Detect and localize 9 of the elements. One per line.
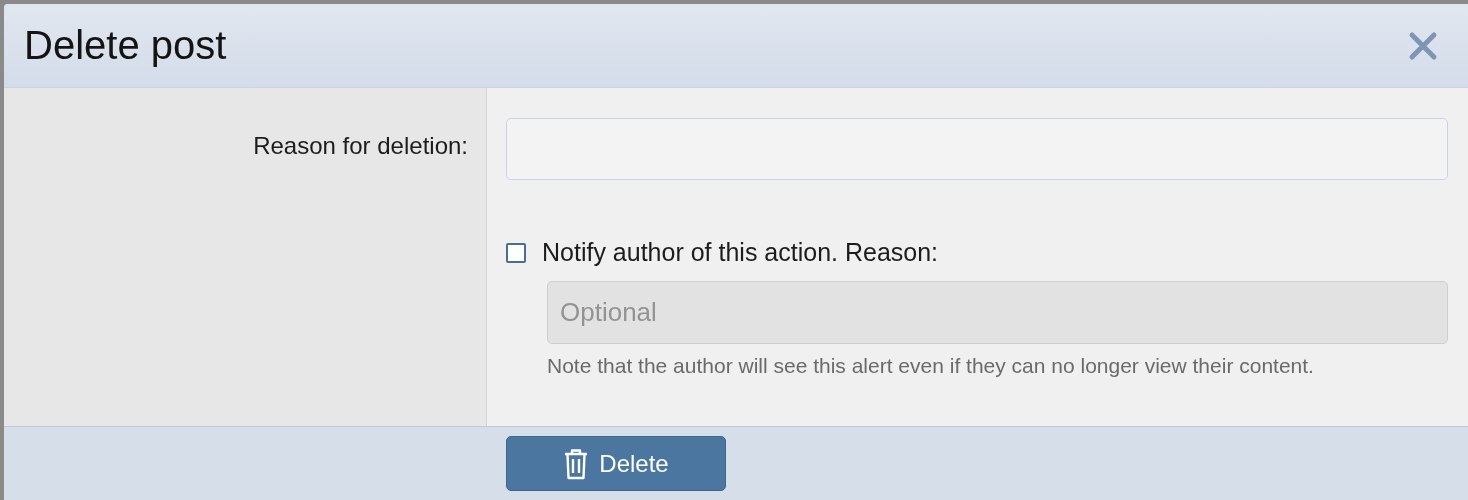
field-label: Reason for deletion: bbox=[253, 132, 468, 158]
reason-field[interactable] bbox=[506, 118, 1448, 180]
close-icon[interactable] bbox=[1408, 30, 1438, 61]
delete-button[interactable]: Delete bbox=[506, 436, 726, 491]
trash-icon bbox=[563, 447, 590, 480]
checkbox[interactable] bbox=[506, 242, 526, 263]
dialog-title: Delete post bbox=[24, 23, 227, 68]
hint-text: Note that the author will see this alert even if they can no longer view their content. bbox=[547, 354, 1315, 378]
checkbox-label: Notify author of this action. Reason: bbox=[542, 238, 939, 267]
